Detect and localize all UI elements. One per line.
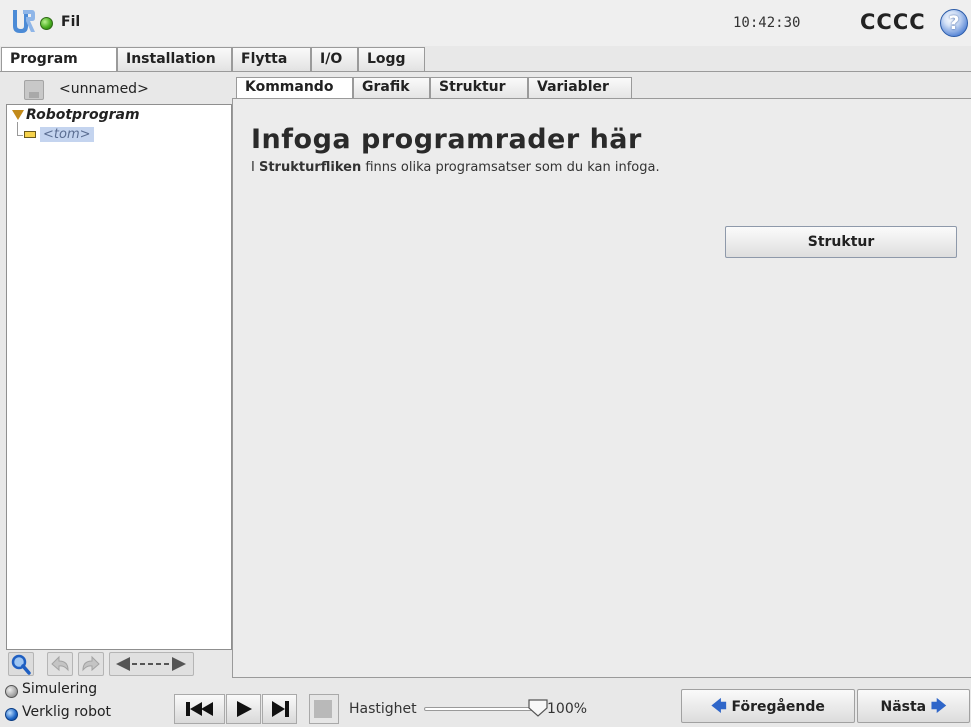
clock: 10:42:30 xyxy=(733,15,801,31)
speed-label: Hastighet xyxy=(349,701,417,717)
redo-icon xyxy=(82,655,100,672)
expand-arrow-icon[interactable] xyxy=(12,110,24,120)
undo-icon xyxy=(51,655,69,672)
tree-item-empty[interactable]: <tom> xyxy=(40,127,94,142)
tab-kommando[interactable]: Kommando xyxy=(236,77,353,99)
ur-logo-icon xyxy=(13,10,35,33)
tab-variabler[interactable]: Variabler xyxy=(528,77,632,99)
tab-struktur[interactable]: Struktur xyxy=(430,77,528,99)
help-icon[interactable]: ? xyxy=(940,9,968,37)
description-highlight: Strukturfliken xyxy=(258,160,362,175)
real-robot-radio[interactable] xyxy=(5,708,18,721)
top-bar xyxy=(0,0,971,46)
arrow-left-icon: 🡄 xyxy=(711,697,727,715)
program-tree[interactable] xyxy=(6,104,232,650)
next-label: Nästa xyxy=(880,699,927,715)
previous-button[interactable]: 🡄 Föregående xyxy=(681,689,855,723)
save-icon[interactable] xyxy=(24,80,44,100)
next-button[interactable]: Nästa 🡆 xyxy=(857,689,970,723)
tab-program[interactable]: Program xyxy=(1,47,117,72)
simulation-label: Simulering xyxy=(22,681,98,697)
structure-button[interactable]: Struktur xyxy=(725,226,957,258)
step-button[interactable] xyxy=(262,694,297,724)
status-led-icon xyxy=(40,17,53,30)
command-panel xyxy=(232,99,971,678)
step-forward-icon xyxy=(272,701,289,717)
speed-value: 100% xyxy=(547,701,588,717)
tab-logg[interactable]: Logg xyxy=(358,47,425,72)
play-button[interactable] xyxy=(226,694,261,724)
rewind-button[interactable] xyxy=(174,694,225,724)
magnifier-icon xyxy=(11,654,31,675)
speed-slider[interactable] xyxy=(424,707,539,711)
search-button[interactable] xyxy=(8,652,34,676)
slider-handle-icon[interactable] xyxy=(527,698,549,718)
tab-divider xyxy=(0,71,971,72)
real-robot-label: Verklig robot xyxy=(22,704,112,720)
tab-flytta[interactable]: Flytta xyxy=(232,47,311,72)
tree-root-item[interactable]: Robotprogram xyxy=(26,107,140,123)
file-menu[interactable]: Fil xyxy=(61,14,80,30)
arrow-right-icon: 🡆 xyxy=(931,697,947,715)
tree-connector xyxy=(17,122,18,135)
program-name: <unnamed> xyxy=(59,81,149,97)
redo-button[interactable] xyxy=(78,652,104,676)
tab-grafik[interactable]: Grafik xyxy=(353,77,430,99)
tab-installation[interactable]: Installation xyxy=(117,47,232,72)
robot-name: CCCC xyxy=(860,10,926,34)
description-suffix: finns olika programsatser som du kan inf… xyxy=(361,160,660,175)
description-prefix: I xyxy=(251,160,259,175)
play-icon xyxy=(237,701,252,717)
simulation-radio[interactable] xyxy=(5,685,18,698)
tree-connector xyxy=(17,135,23,136)
page-title: Infoga programrader här xyxy=(251,124,642,155)
stop-button[interactable] xyxy=(309,694,339,724)
move-button[interactable] xyxy=(109,652,194,676)
stop-icon xyxy=(314,700,332,718)
previous-label: Föregående xyxy=(731,699,825,715)
tab-io[interactable]: I/O xyxy=(311,47,358,72)
page-description: I Strukturfliken finns olika programsats… xyxy=(251,160,660,175)
skip-back-icon xyxy=(186,702,213,716)
undo-button[interactable] xyxy=(47,652,73,676)
move-arrows-icon xyxy=(116,657,186,671)
empty-node-icon xyxy=(24,131,36,138)
